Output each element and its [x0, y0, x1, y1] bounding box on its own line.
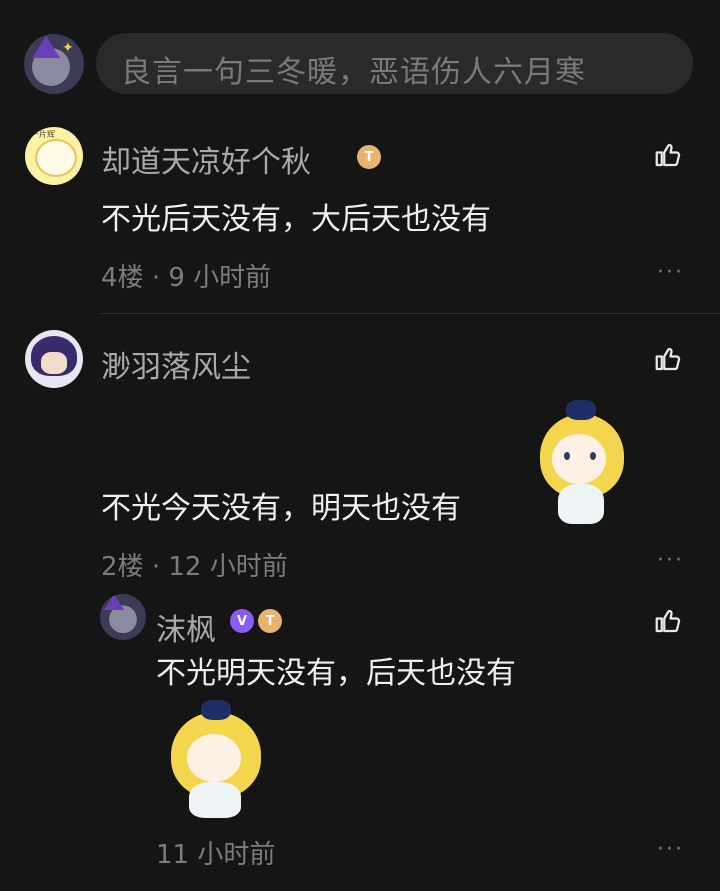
comment-divider: [100, 313, 720, 314]
thumbs-up-icon[interactable]: [653, 344, 683, 374]
cat-face-icon: [35, 139, 77, 177]
comment-time: 9 小时前: [168, 263, 272, 293]
witch-hat-decoration: [104, 594, 124, 610]
sticker-body: [558, 484, 604, 524]
meta-separator: ·: [151, 552, 161, 582]
comment-input-placeholder: 良言一句三冬暖，恶语伤人六月寒: [121, 55, 586, 90]
star-decoration: ✦: [62, 40, 74, 56]
reply-time: 11 小时前: [156, 840, 276, 870]
title-badge[interactable]: T: [258, 609, 282, 633]
more-options-button[interactable]: ···: [657, 837, 684, 862]
thumbs-up-icon[interactable]: [653, 140, 683, 170]
sticker-eye: [590, 452, 596, 460]
avatar[interactable]: [25, 330, 83, 388]
more-options-button[interactable]: ···: [657, 548, 684, 573]
avatar[interactable]: 一片辉: [25, 127, 83, 185]
sticker-bow: [201, 700, 231, 720]
comment-author[interactable]: 渺羽落风尘: [101, 342, 251, 386]
thumbs-up-icon[interactable]: [653, 606, 683, 636]
comment-time: 12 小时前: [168, 552, 288, 582]
sticker-body: [189, 782, 241, 818]
reply-text: 不光明天没有，后天也没有: [156, 656, 516, 691]
current-user-avatar[interactable]: ✦: [24, 34, 84, 94]
sticker-bow: [566, 400, 596, 420]
sticker-face: [187, 734, 241, 782]
comment-meta: 4楼 · 9 小时前: [101, 257, 271, 294]
vip-badge[interactable]: V: [230, 609, 254, 633]
sticker-face: [552, 434, 606, 484]
floor-number: 2楼: [101, 552, 144, 582]
comment-author[interactable]: 却道天凉好个秋: [101, 137, 311, 181]
title-badge[interactable]: T: [357, 145, 381, 169]
comment-text: 不光后天没有，大后天也没有: [101, 202, 491, 237]
comment-meta: 2楼 · 12 小时前: [101, 546, 288, 583]
avatar-face: [41, 352, 67, 374]
avatar[interactable]: [100, 594, 146, 640]
meta-separator: ·: [151, 263, 161, 293]
comment-text: 不光今天没有，明天也没有: [101, 491, 461, 526]
sticker-image[interactable]: [532, 400, 632, 525]
floor-number: 4楼: [101, 263, 144, 293]
reply-author[interactable]: 沫枫: [156, 605, 216, 649]
sticker-eye: [564, 452, 570, 460]
sticker-image[interactable]: [165, 700, 270, 820]
witch-hat-decoration: [32, 36, 60, 58]
more-options-button[interactable]: ···: [657, 260, 684, 285]
